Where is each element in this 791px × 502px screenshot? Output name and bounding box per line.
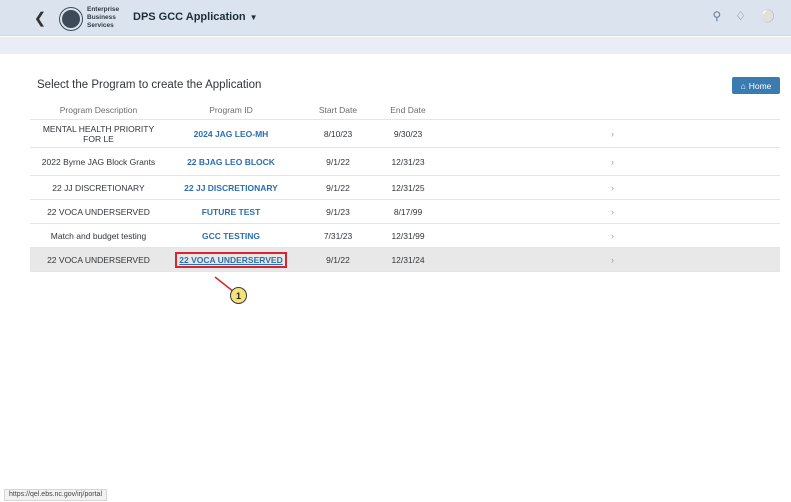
program-description: MENTAL HEALTH PRIORITY FOR LE	[42, 123, 155, 144]
shell-actions: ⚲ ♢ ⚪	[712, 9, 775, 23]
column-header: Start Date	[318, 104, 358, 115]
row-chevron-icon[interactable]: ›	[435, 183, 780, 193]
end-date: 9/30/23	[393, 128, 423, 139]
row-chevron-icon[interactable]: ›	[435, 231, 780, 241]
shell-bar: ❮ Enterprise Business Services DPS GCC A…	[0, 0, 791, 36]
program-description: 22 JJ DISCRETIONARY	[52, 182, 145, 193]
column-header: Program Description	[59, 104, 138, 115]
program-id-link[interactable]: GCC TESTING	[202, 231, 260, 241]
home-button[interactable]: ⌂ Home	[732, 77, 780, 94]
logo-text: Enterprise Business Services	[87, 6, 120, 29]
program-id-link[interactable]: 22 BJAG LEO BLOCK	[187, 157, 275, 167]
row-chevron-icon[interactable]: ›	[435, 129, 780, 139]
column-header: End Date	[390, 104, 426, 115]
program-description: 22 VOCA UNDERSERVED	[47, 254, 150, 265]
row-chevron-icon[interactable]: ›	[435, 207, 780, 217]
end-date: 12/31/99	[391, 230, 425, 241]
program-id-link[interactable]: 2024 JAG LEO-MH	[194, 129, 269, 139]
table-row-selected[interactable]: 22 VOCA UNDERSERVED 22 VOCA UNDERSERVED …	[30, 248, 780, 272]
caret-down-icon: ▼	[249, 13, 258, 22]
app-title-menu[interactable]: DPS GCC Application ▼	[133, 11, 258, 23]
start-date: 9/1/22	[326, 182, 350, 193]
ebs-logo	[60, 8, 82, 30]
start-date: 8/10/23	[323, 128, 353, 139]
row-chevron-icon[interactable]: ›	[435, 255, 780, 265]
bell-icon[interactable]: ♢	[735, 9, 746, 23]
home-icon: ⌂	[740, 80, 746, 91]
step-callout-badge: 1	[230, 287, 247, 304]
browser-status-url: https://qel.ebs.nc.gov/irj/portal	[4, 489, 107, 501]
chevron-left-icon: ❮	[33, 10, 47, 27]
user-icon[interactable]: ⚪	[760, 9, 775, 23]
start-date: 9/1/22	[326, 254, 350, 265]
page-title: Select the Program to create the Applica…	[37, 79, 262, 91]
program-id-link[interactable]: FUTURE TEST	[202, 207, 261, 217]
end-date: 12/31/25	[391, 182, 425, 193]
table-row[interactable]: 2022 Byrne JAG Block Grants 22 BJAG LEO …	[30, 148, 780, 176]
table-row[interactable]: 22 JJ DISCRETIONARY 22 JJ DISCRETIONARY …	[30, 176, 780, 200]
start-date: 7/31/23	[323, 230, 353, 241]
program-description: Match and budget testing	[50, 230, 147, 241]
program-id-link[interactable]: 22 JJ DISCRETIONARY	[184, 183, 278, 193]
sub-header-bar	[0, 37, 791, 54]
back-button[interactable]: ❮	[32, 9, 48, 27]
table-header: Program Description Program ID Start Dat…	[30, 100, 780, 120]
program-id-link[interactable]: 22 VOCA UNDERSERVED	[179, 255, 282, 265]
end-date: 12/31/23	[391, 156, 425, 167]
highlight-box: 22 VOCA UNDERSERVED	[175, 251, 287, 268]
program-description: 2022 Byrne JAG Block Grants	[41, 156, 156, 167]
start-date: 9/1/22	[326, 156, 350, 167]
table-row[interactable]: MENTAL HEALTH PRIORITY FOR LE 2024 JAG L…	[30, 120, 780, 148]
search-icon[interactable]: ⚲	[712, 9, 721, 23]
program-description: 22 VOCA UNDERSERVED	[47, 206, 150, 217]
start-date: 9/1/23	[326, 206, 350, 217]
program-table: Program Description Program ID Start Dat…	[30, 100, 780, 272]
table-row[interactable]: Match and budget testing GCC TESTING 7/3…	[30, 224, 780, 248]
end-date: 12/31/24	[391, 254, 425, 265]
row-chevron-icon[interactable]: ›	[435, 157, 780, 167]
end-date: 8/17/99	[393, 206, 423, 217]
table-row[interactable]: 22 VOCA UNDERSERVED FUTURE TEST 9/1/23 8…	[30, 200, 780, 224]
column-header: Program ID	[209, 104, 253, 115]
